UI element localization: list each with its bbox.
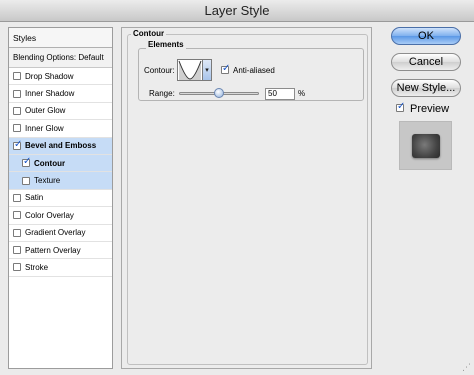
preview-thumbnail bbox=[399, 121, 452, 170]
gradient-overlay-checkbox[interactable] bbox=[13, 228, 21, 237]
style-item-label: Outer Glow bbox=[25, 106, 66, 116]
style-item-bevel-and-emboss[interactable]: Bevel and Emboss bbox=[9, 137, 112, 155]
style-item-label: Color Overlay bbox=[25, 210, 74, 220]
cancel-button-label: Cancel bbox=[408, 56, 444, 68]
contour-settings-panel: Contour Elements Contour: ▾ Anti-aliased… bbox=[121, 27, 372, 369]
style-item-label: Gradient Overlay bbox=[25, 228, 86, 238]
satin-checkbox[interactable] bbox=[13, 193, 21, 202]
style-item-label: Contour bbox=[34, 158, 66, 168]
anti-aliased-label: Anti-aliased bbox=[233, 66, 275, 75]
style-item-label: Bevel and Emboss bbox=[25, 141, 97, 151]
contour-checkbox[interactable] bbox=[22, 156, 31, 168]
styles-header-label: Styles bbox=[13, 33, 37, 43]
styles-list-panel: Styles Blending Options: Default Drop Sh… bbox=[8, 27, 113, 369]
elements-group-title: Elements bbox=[146, 40, 186, 49]
style-item-pattern-overlay[interactable]: Pattern Overlay bbox=[9, 242, 112, 260]
preview-label: Preview bbox=[410, 103, 450, 115]
style-item-color-overlay[interactable]: Color Overlay bbox=[9, 207, 112, 225]
style-item-gradient-overlay[interactable]: Gradient Overlay bbox=[9, 225, 112, 242]
cancel-button[interactable]: Cancel bbox=[391, 53, 461, 71]
stroke-checkbox[interactable] bbox=[13, 263, 21, 272]
resize-grip-icon[interactable]: ⋰ bbox=[462, 363, 472, 373]
style-item-stroke[interactable]: Stroke bbox=[9, 259, 112, 277]
inner-shadow-checkbox[interactable] bbox=[13, 89, 21, 98]
anti-aliased-checkbox[interactable] bbox=[221, 63, 230, 74]
preview-checkbox[interactable] bbox=[396, 101, 405, 112]
preview-swatch bbox=[412, 134, 440, 158]
outer-glow-checkbox[interactable] bbox=[13, 106, 21, 115]
bevel-and-emboss-checkbox[interactable] bbox=[13, 139, 22, 150]
style-item-inner-glow[interactable]: Inner Glow bbox=[9, 120, 112, 138]
contour-curve-picker[interactable] bbox=[177, 59, 203, 81]
style-item-texture[interactable]: Texture bbox=[9, 172, 112, 190]
window-titlebar[interactable]: Layer Style bbox=[0, 0, 474, 22]
drop-shadow-checkbox[interactable] bbox=[13, 72, 21, 81]
ok-button[interactable]: OK bbox=[391, 27, 461, 45]
range-input[interactable]: 50 bbox=[265, 88, 295, 100]
new-style-button[interactable]: New Style... bbox=[391, 79, 461, 97]
pattern-overlay-checkbox[interactable] bbox=[13, 246, 21, 255]
blending-options-label: Blending Options: Default bbox=[13, 53, 104, 62]
style-item-label: Inner Glow bbox=[25, 123, 64, 133]
chevron-down-icon: ▾ bbox=[205, 67, 209, 74]
inner-glow-checkbox[interactable] bbox=[13, 124, 21, 133]
color-overlay-checkbox[interactable] bbox=[13, 211, 21, 220]
style-item-label: Texture bbox=[34, 176, 61, 186]
ok-button-label: OK bbox=[418, 30, 434, 42]
range-unit-label: % bbox=[298, 89, 306, 98]
dialog-body: Styles Blending Options: Default Drop Sh… bbox=[0, 22, 474, 375]
contour-dropdown-button[interactable]: ▾ bbox=[203, 59, 212, 81]
style-item-label: Stroke bbox=[25, 262, 49, 272]
contour-curve-icon bbox=[178, 60, 202, 80]
style-item-outer-glow[interactable]: Outer Glow bbox=[9, 103, 112, 121]
style-item-label: Inner Shadow bbox=[25, 89, 75, 99]
range-label: Range: bbox=[149, 89, 175, 98]
blending-options-item[interactable]: Blending Options: Default bbox=[9, 48, 112, 68]
window-title: Layer Style bbox=[204, 3, 270, 18]
style-item-label: Satin bbox=[25, 193, 44, 203]
range-slider-thumb[interactable] bbox=[214, 88, 224, 98]
style-item-drop-shadow[interactable]: Drop Shadow bbox=[9, 68, 112, 86]
style-item-satin[interactable]: Satin bbox=[9, 190, 112, 208]
texture-checkbox[interactable] bbox=[22, 176, 30, 185]
style-item-inner-shadow[interactable]: Inner Shadow bbox=[9, 85, 112, 103]
contour-group-title: Contour bbox=[131, 29, 167, 38]
style-item-label: Pattern Overlay bbox=[25, 245, 81, 255]
style-item-label: Drop Shadow bbox=[25, 71, 74, 81]
contour-label: Contour: bbox=[144, 66, 175, 75]
style-item-contour[interactable]: Contour bbox=[9, 154, 112, 173]
new-style-button-label: New Style... bbox=[396, 82, 456, 94]
styles-header[interactable]: Styles bbox=[9, 28, 112, 48]
